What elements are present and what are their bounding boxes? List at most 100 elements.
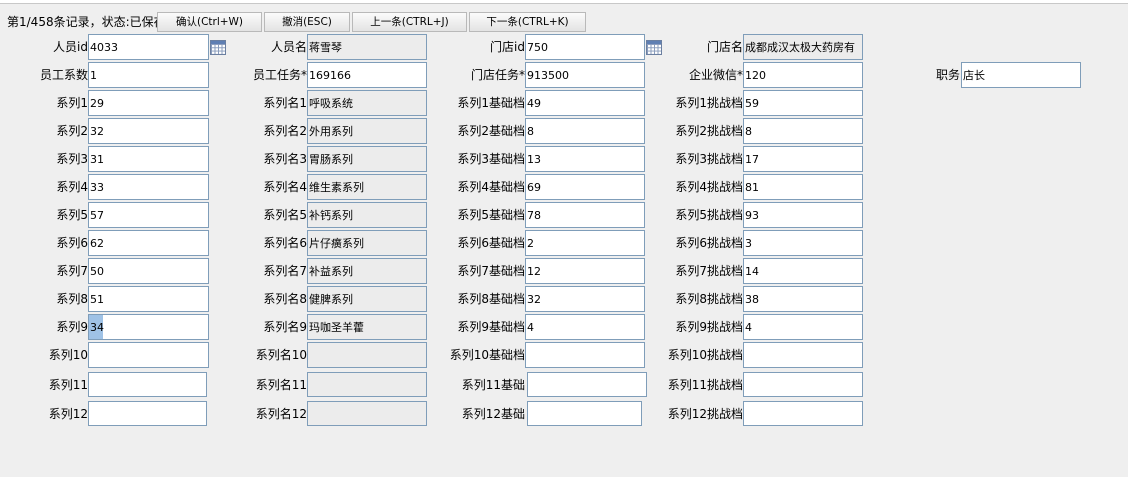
series-challenge-tier-label: 系列2挑战档: [675, 124, 743, 138]
series-name-field[interactable]: [307, 230, 427, 256]
cancel-button[interactable]: 撤消(ESC): [264, 12, 350, 32]
series-base-tier-field[interactable]: [525, 174, 645, 200]
person-name-field[interactable]: [307, 34, 427, 60]
confirm-button[interactable]: 确认(Ctrl+W): [157, 12, 262, 32]
series-name-label: 系列名1: [263, 96, 307, 110]
series-name-field[interactable]: [307, 258, 427, 284]
series-base-tier-field[interactable]: [525, 202, 645, 228]
series-value-label: 系列8: [56, 292, 88, 306]
position-label: 职务: [935, 68, 960, 82]
series-value-field[interactable]: [88, 372, 207, 397]
series-name-label: 系列名9: [263, 320, 307, 334]
series-base-tier-label: 系列9基础档: [457, 320, 525, 334]
series-name-field[interactable]: [307, 342, 427, 368]
series-value-label: 系列6: [56, 236, 88, 250]
series-value-field[interactable]: [88, 401, 207, 426]
series-name-field[interactable]: [307, 146, 427, 172]
series-base-tier-label: 系列5基础档: [457, 208, 525, 222]
person-id-field[interactable]: [88, 34, 209, 60]
series-challenge-tier-field[interactable]: [743, 401, 863, 426]
series-value-field[interactable]: [88, 174, 209, 200]
series-base-tier-field[interactable]: [525, 286, 645, 312]
series-challenge-tier-label: 系列12挑战档: [667, 407, 743, 421]
employee-task-label: 员工任务*: [252, 68, 307, 82]
series-value-label: 系列5: [56, 208, 88, 222]
store-name-field[interactable]: [743, 34, 863, 60]
series-name-field[interactable]: [307, 286, 427, 312]
series-value-field[interactable]: [88, 146, 209, 172]
series-name-field[interactable]: [307, 118, 427, 144]
series-name-field[interactable]: [307, 401, 427, 426]
series-base-tier-field[interactable]: [525, 258, 645, 284]
series-base-tier-label: 系列8基础档: [457, 292, 525, 306]
series-value-field[interactable]: [88, 314, 209, 340]
series-name-label: 系列名6: [263, 236, 307, 250]
employee-coefficient-field[interactable]: [88, 62, 209, 88]
calendar-icon[interactable]: [646, 40, 662, 55]
series-base-tier-label: 系列10基础档: [449, 348, 525, 362]
enterprise-wechat-field[interactable]: [743, 62, 863, 88]
series-challenge-tier-label: 系列7挑战档: [675, 264, 743, 278]
series-value-field[interactable]: [88, 202, 209, 228]
series-value-label: 系列4: [56, 180, 88, 194]
series-challenge-tier-label: 系列9挑战档: [675, 320, 743, 334]
series-challenge-tier-label: 系列10挑战档: [667, 348, 743, 362]
series-name-label: 系列名3: [263, 152, 307, 166]
series-challenge-tier-field[interactable]: [743, 372, 863, 397]
series-challenge-tier-field[interactable]: [743, 90, 863, 116]
series-base-tier-field[interactable]: [525, 342, 645, 368]
series-name-label: 系列名12: [255, 407, 307, 421]
calendar-icon[interactable]: [210, 40, 226, 55]
series-base-tier-label: 系列6基础档: [457, 236, 525, 250]
series-name-field[interactable]: [307, 372, 427, 397]
series-challenge-tier-field[interactable]: [743, 286, 863, 312]
position-field[interactable]: [961, 62, 1081, 88]
series-base-tier-field[interactable]: [527, 401, 642, 426]
series-name-label: 系列名4: [263, 180, 307, 194]
next-record-button[interactable]: 下一条(CTRL+K): [469, 12, 586, 32]
series-challenge-tier-label: 系列1挑战档: [675, 96, 743, 110]
series-challenge-tier-label: 系列4挑战档: [675, 180, 743, 194]
series-challenge-tier-field[interactable]: [743, 146, 863, 172]
series-base-tier-field[interactable]: [525, 90, 645, 116]
series-base-tier-field[interactable]: [525, 146, 645, 172]
series-value-field[interactable]: [88, 118, 209, 144]
series-name-field[interactable]: [307, 314, 427, 340]
window-top-edge: [0, 0, 1128, 4]
employee-coefficient-label: 员工系数: [39, 68, 88, 82]
series-challenge-tier-field[interactable]: [743, 258, 863, 284]
series-value-field[interactable]: [88, 258, 209, 284]
series-base-tier-field[interactable]: [527, 372, 647, 397]
series-challenge-tier-field[interactable]: [743, 342, 863, 368]
series-challenge-tier-field[interactable]: [743, 118, 863, 144]
series-challenge-tier-field[interactable]: [743, 202, 863, 228]
previous-record-button[interactable]: 上一条(CTRL+J): [352, 12, 467, 32]
series-value-field[interactable]: [88, 286, 209, 312]
series-challenge-tier-label: 系列8挑战档: [675, 292, 743, 306]
series-value-field[interactable]: [88, 342, 209, 368]
series-base-tier-label: 系列12基础: [461, 407, 525, 421]
store-name-label: 门店名: [706, 40, 743, 54]
series-value-label: 系列11: [48, 378, 88, 392]
series-value-field[interactable]: [88, 90, 209, 116]
series-base-tier-field[interactable]: [525, 118, 645, 144]
person-id-label: 人员id: [53, 40, 88, 54]
series-name-field[interactable]: [307, 202, 427, 228]
store-id-field[interactable]: [525, 34, 645, 60]
series-challenge-tier-field[interactable]: [743, 174, 863, 200]
series-challenge-tier-field[interactable]: [743, 314, 863, 340]
series-base-tier-label: 系列2基础档: [457, 124, 525, 138]
record-status: 第1/458条记录，状态:已保存: [7, 15, 166, 29]
series-base-tier-field[interactable]: [525, 230, 645, 256]
series-value-field[interactable]: [88, 230, 209, 256]
store-task-field[interactable]: [525, 62, 645, 88]
series-name-field[interactable]: [307, 174, 427, 200]
series-name-label: 系列名8: [263, 292, 307, 306]
series-base-tier-field[interactable]: [525, 314, 645, 340]
series-value-label: 系列12: [48, 407, 88, 421]
employee-task-field[interactable]: [307, 62, 427, 88]
series-name-field[interactable]: [307, 90, 427, 116]
series-base-tier-label: 系列7基础档: [457, 264, 525, 278]
series-challenge-tier-field[interactable]: [743, 230, 863, 256]
series-name-label: 系列名11: [255, 378, 307, 392]
